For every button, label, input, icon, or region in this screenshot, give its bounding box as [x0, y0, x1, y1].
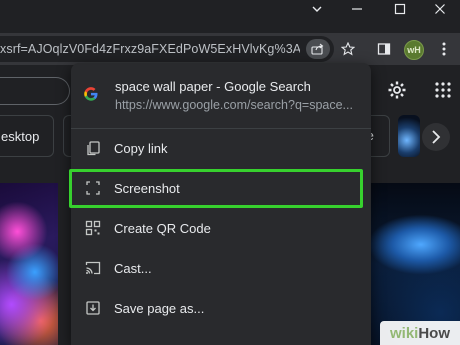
google-apps-icon[interactable] [435, 82, 451, 103]
menu-item-cast[interactable]: Cast... [71, 250, 371, 286]
minimize-icon[interactable] [337, 0, 377, 18]
url-text[interactable]: xsrf=AJOqlzV0Fd4zFrxz9aFXEdPoW5ExHVlvKg%… [0, 42, 300, 56]
close-window-icon[interactable] [420, 0, 460, 18]
menu-item-save-page-as[interactable]: Save page as... [71, 290, 371, 326]
screenshot-highlight-box [69, 169, 363, 208]
chips-scroll-right-button[interactable] [422, 123, 450, 151]
share-icon [311, 43, 324, 55]
filter-chip-thumbnail[interactable] [398, 115, 420, 157]
tab-search-chevron-icon[interactable] [297, 0, 337, 18]
shared-page-title: space wall paper - Google Search [115, 79, 311, 94]
address-bar[interactable]: xsrf=AJOqlzV0Fd4zFrxz9aFXEdPoW5ExHVlvKg%… [0, 36, 334, 62]
menu-divider [71, 128, 371, 129]
menu-item-label: Create QR Code [114, 221, 211, 236]
title-bar [0, 0, 460, 33]
browser-toolbar: xsrf=AJOqlzV0Fd4zFrxz9aFXEdPoW5ExHVlvKg%… [0, 33, 460, 65]
maximize-icon[interactable] [380, 0, 420, 18]
filter-chip-desktop[interactable]: esktop [0, 115, 54, 157]
more-menu-icon[interactable] [434, 39, 454, 59]
bookmark-star-icon[interactable] [338, 39, 358, 59]
menu-item-create-qr-code[interactable]: Create QR Code [71, 210, 371, 246]
google-favicon-icon [84, 87, 98, 101]
watermark-part-1: wiki [389, 324, 419, 342]
qr-code-icon [85, 220, 101, 236]
settings-gear-icon[interactable] [387, 80, 407, 105]
share-button[interactable] [306, 39, 330, 59]
menu-item-label: Copy link [114, 141, 168, 156]
share-menu-header: space wall paper - Google Search https:/… [71, 63, 371, 125]
cast-icon [85, 261, 101, 275]
filter-chip-label: esktop [1, 128, 40, 144]
profile-avatar[interactable]: wH [404, 40, 424, 60]
copy-icon [87, 141, 100, 156]
shared-page-url: https://www.google.com/search?q=space... [115, 98, 353, 112]
menu-item-label: Save page as... [114, 301, 205, 316]
menu-item-copy-link[interactable]: Copy link [71, 130, 371, 166]
wikihow-watermark: wiki How [380, 321, 460, 345]
save-icon [86, 301, 100, 315]
result-image-nebula[interactable] [0, 183, 58, 345]
menu-item-label: Cast... [114, 261, 152, 276]
side-panel-icon[interactable] [374, 39, 394, 59]
chevron-right-icon [432, 130, 441, 144]
watermark-part-2: How [418, 324, 451, 342]
google-search-box[interactable] [0, 77, 70, 105]
